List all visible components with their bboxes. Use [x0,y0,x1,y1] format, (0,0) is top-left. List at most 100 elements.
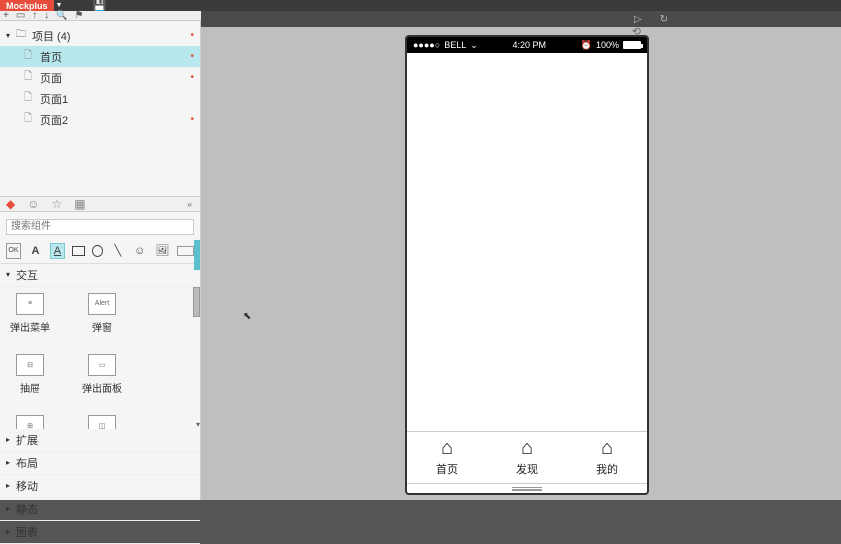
category-label: 移动 [16,478,38,494]
canvas[interactable]: ▷ ↻ ⬉ ⟲ ●●●●○ BELL ⌄ 4:20 PM ⏰ 100% [201,11,841,500]
component-item[interactable]: ≡ 弹出菜单 [10,293,50,334]
alarm-icon: ⏰ [581,40,592,51]
grid-scroll-down-icon[interactable]: ▾ [196,420,200,429]
category-header-extension[interactable]: ▸ 扩展 [0,429,200,452]
component-label: 抽屉 [20,380,40,395]
component-item[interactable]: ⊟ 抽屉 [10,354,50,395]
tool-circle[interactable] [92,245,103,257]
smiley-icon[interactable]: ☺ [27,197,39,211]
component-grid: ≡ 弹出菜单 Alert 弹窗 ⊟ 抽屉 ▭ 弹出面板 ⊞ 图片轮播 ◫ 内容面… [0,287,200,429]
status-time: 4:20 PM [512,40,546,50]
component-thumb: ▭ [88,354,116,376]
tool-ok[interactable]: OK [6,243,21,259]
tree-page-item[interactable]: 🗋 页面 • [0,67,200,88]
tool-line[interactable]: ╲ [110,243,125,259]
add-icon[interactable]: + [3,10,9,21]
category-toggle-icon: ▸ [6,435,16,444]
home-indicator-lines [512,487,542,491]
star-icon[interactable]: ☆ [52,197,63,211]
grid-scrollbar[interactable] [193,287,200,317]
category-label: 静态 [16,501,38,517]
home-icon: ⌂ [521,437,533,460]
status-left: ●●●●○ BELL ⌄ [413,40,478,51]
component-label: 弹出菜单 [10,319,50,334]
phone-frame: ●●●●○ BELL ⌄ 4:20 PM ⏰ 100% ⌂ 首页 ⌂ [405,35,649,495]
tool-smiley[interactable]: ☺ [132,243,147,259]
page-label: 首页 [40,49,188,65]
component-item[interactable]: Alert 弹窗 [82,293,122,334]
search-icon[interactable]: 🔍 [56,10,67,21]
tabbar-item-discover[interactable]: ⌂ 发现 [516,437,538,477]
category-label: 扩展 [16,432,38,448]
tree-page-item[interactable]: 🗋 首页 • [0,46,200,67]
component-thumb: ⊞ [16,415,44,429]
tree-page-item[interactable]: 🗋 页面1 [0,88,200,109]
left-panel-scroll-indicator[interactable] [194,240,200,270]
tabbar-item-home[interactable]: ⌂ 首页 [436,437,458,477]
shape-tools: OK A A ╲ ☺ 🖼 [0,239,200,264]
tab-label: 首页 [436,461,458,477]
component-item[interactable]: ⊞ 图片轮播 [10,415,50,429]
tool-image[interactable]: 🖼 [154,243,170,259]
page-label: 页面 [40,70,188,86]
category-label: 布局 [16,455,38,471]
tool-rectangle[interactable] [72,246,85,256]
category-toggle-icon: ▸ [6,527,16,536]
up-icon[interactable]: ↑ [32,10,37,21]
refresh-icon[interactable]: ↻ [660,14,668,25]
phone-sync-icon[interactable]: ⟲ [632,25,641,38]
page-icon: 🗋 [24,69,36,86]
canvas-toolbar: ▷ ↻ [201,11,841,27]
wifi-icon: ⌄ [470,40,478,51]
tool-button[interactable] [177,246,194,256]
project-tree: ▾ 🗀 项目 (4) • 🗋 首页 • 🗋 页面 • 🗋 页面1 🗋 页面2 • [0,21,200,196]
component-thumb: Alert [88,293,116,315]
page-icon: 🗋 [24,48,36,65]
play-icon[interactable]: ▷ [634,14,642,25]
cursor-icon: ⬉ [243,311,251,322]
tool-text-underline[interactable]: A [50,243,65,259]
category-toggle-icon: ▾ [6,270,16,279]
category-header-layout[interactable]: ▸ 布局 [0,452,200,475]
collapse-components-icon[interactable]: « [186,200,194,209]
component-item[interactable]: ◫ 内容面板 [82,415,122,429]
components-tab-icon[interactable]: ◆ [6,197,15,211]
battery-icon [623,41,641,49]
category-header-chart[interactable]: ▸ 图表 [0,521,200,544]
category-header[interactable]: ▾ 交互 [0,264,200,287]
signal-icon: ●●●●○ [413,40,440,50]
status-right: ⏰ 100% [581,40,641,51]
category-header-static[interactable]: ▸ 静态 [0,498,200,521]
component-label: 弹窗 [92,319,112,334]
carrier-label: BELL [444,40,466,50]
tree-collapse-icon[interactable]: ▾ [6,31,16,40]
page-label: 页面1 [40,91,194,107]
left-sidebar: ▾ 🗀 项目 (4) • 🗋 首页 • 🗋 页面 • 🗋 页面1 🗋 页面2 •… [0,21,201,500]
page-label: 页面2 [40,112,188,128]
grid-icon[interactable]: ▦ [74,197,85,211]
modified-dot: • [190,114,194,125]
folder-icon[interactable]: ▭ [16,10,25,21]
tabbar-item-mine[interactable]: ⌂ 我的 [596,437,618,477]
brand-dropdown-icon[interactable]: ▼ [56,2,63,9]
component-item[interactable]: ▭ 弹出面板 [82,354,122,395]
category-toggle-icon: ▸ [6,504,16,513]
component-search-input[interactable] [6,219,194,235]
phone-home-indicator[interactable] [407,483,647,493]
tree-page-item[interactable]: 🗋 页面2 • [0,109,200,130]
tab-label: 发现 [516,461,538,477]
tree-root[interactable]: ▾ 🗀 项目 (4) • [0,25,200,46]
down-icon[interactable]: ↓ [44,10,49,21]
modified-dot: • [190,72,194,83]
phone-mockup: ⟲ ●●●●○ BELL ⌄ 4:20 PM ⏰ 100% ⌂ 首 [405,35,649,495]
tab-label: 我的 [596,461,618,477]
tool-text-a[interactable]: A [28,243,43,259]
battery-pct: 100% [596,40,619,50]
home-icon: ⌂ [601,437,613,460]
page-icon: 🗋 [24,111,36,128]
category-header-mobile[interactable]: ▸ 移动 [0,475,200,498]
category-toggle-icon: ▸ [6,458,16,467]
phone-body[interactable] [407,53,647,431]
flag-icon[interactable]: ⚑ [75,10,84,21]
phone-status-bar: ●●●●○ BELL ⌄ 4:20 PM ⏰ 100% [407,37,647,53]
